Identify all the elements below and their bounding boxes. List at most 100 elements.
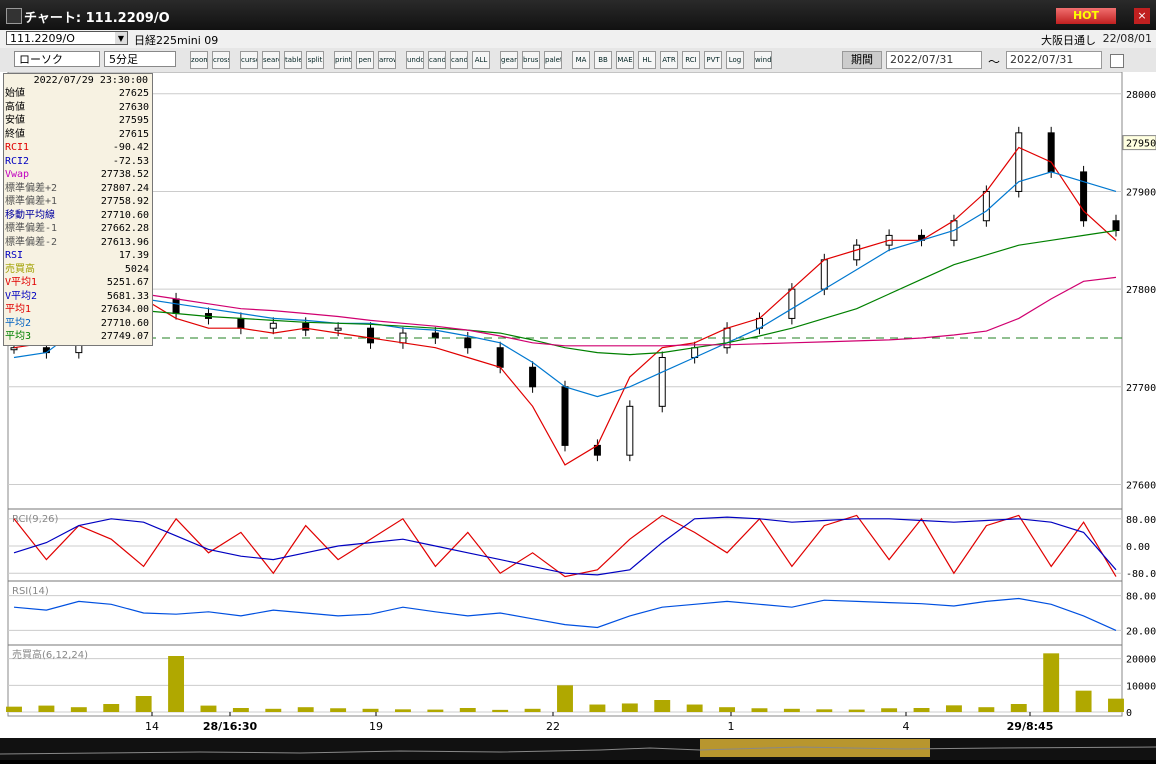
candle-body [626,405,634,456]
volume-bar [557,685,573,712]
info-label: 平均2 [5,317,32,329]
volume-bar [621,703,638,712]
chart-type-select[interactable]: ローソク [14,51,100,67]
info-row: RCI1 -90.42 [4,141,152,155]
candle-body [820,259,828,290]
toolbar-split-button[interactable]: split [306,51,324,69]
info-row: 平均3 27749.07 [4,330,152,344]
volume-bar [686,704,703,712]
candle-body [10,347,18,351]
navigator-line [0,746,1156,755]
toolbar-bb-button[interactable]: BB [594,51,612,69]
period-checkbox[interactable] [1110,54,1124,68]
volume-bar [427,709,444,712]
candle-body [853,244,861,261]
toolbar-pen-button[interactable]: pen [356,51,374,69]
info-label: V平均1 [5,277,38,288]
window-titlebar: チャート: 111.2209/O HOT × [0,0,1156,30]
toolbar-gear-button[interactable]: gear [500,51,518,69]
toolbar-rci-button[interactable]: RCI [682,51,700,69]
candle-body [529,366,537,388]
toolbar-zoom-button[interactable]: zoom [190,51,208,69]
toolbar-arrow-button[interactable]: arrow [378,51,396,69]
volume-bar [492,709,509,712]
chart-app-icon [6,8,22,24]
volume-bar [297,707,314,712]
close-button[interactable]: × [1134,8,1150,24]
info-label: 売買高 [5,263,35,275]
x-tick-label: 14 [145,720,159,733]
info-row: V平均1 5251.67 [4,276,152,290]
interval-select[interactable]: 5分足 [104,51,176,67]
volume-bar [848,709,865,712]
price-chart-svg[interactable]: 28000 27900 27800 27700 27600 27950 80.00 0.00 -… [0,72,1156,738]
info-label: Vwap [5,169,30,180]
toolbar-ma-button[interactable]: MA [572,51,590,69]
info-label: 高値 [5,101,25,113]
volume-bar [881,708,898,712]
x-tick-label: 29/8:45 [1007,720,1054,733]
info-row: RSI 17.39 [4,249,152,263]
toolbar-pvt-button[interactable]: PVT [704,51,722,69]
info-label: RCI1 [5,142,30,153]
info-value: 27615 [118,128,149,140]
y-tick-label: 27700 [1126,383,1156,394]
hot-button[interactable]: HOT [1056,8,1116,24]
toolbar-table-button[interactable]: table [284,51,302,69]
date-from-field[interactable]: 2022/07/31 [886,51,982,69]
info-label: 移動平均線 [5,209,55,221]
info-row: 売買高 5024 [4,263,152,277]
toolbar-print-button[interactable]: print [334,51,352,69]
date-range-separator: 〜 [988,55,1001,69]
info-value: 27634.00 [100,304,149,315]
volume-bar [783,708,800,712]
y-tick-label: 10000 [1126,681,1156,692]
navigator-thumb[interactable] [700,739,930,757]
toolbar-cursor-button[interactable]: cursor [240,51,258,69]
y-tick-label: 27900 [1126,187,1156,198]
candle-body [982,190,990,222]
x-tick-label: 1 [728,720,735,733]
info-label: 標準偏差+1 [5,196,58,207]
info-row: 安値 27595 [4,114,152,128]
chevron-down-icon[interactable]: ▼ [115,32,127,44]
navigator-svg[interactable] [0,738,1156,760]
scroll-navigator[interactable] [0,738,1156,760]
toolbar-search-button[interactable]: search [262,51,280,69]
symbol-bar: 111.2209/O ▼ 日経225mini 09 大阪日通し 22/08/01 [0,30,1156,49]
y-tick-label: 80.00 [1126,592,1156,603]
toolbar-crosshair-button[interactable]: crosshair [212,51,230,69]
toolbar-undo-button[interactable]: undo [406,51,424,69]
toolbar-brush-button[interactable]: brush [522,51,540,69]
volume-bar [1075,690,1092,712]
symbol-code-input[interactable]: 111.2209/O ▼ [6,31,128,45]
candle-body [658,356,666,407]
volume-bar [1108,698,1124,712]
toolbar-window-button[interactable]: window [754,51,772,69]
toolbar-mae-button[interactable]: MAE [616,51,634,69]
info-label: 標準偏差-2 [5,236,58,248]
toolbar-log-button[interactable]: Log [726,51,744,69]
info-value: 27595 [118,115,149,126]
info-row: 始値 27625 [4,87,152,101]
toolbar-hl-button[interactable]: HL [638,51,656,69]
volume-bar [524,708,541,712]
info-value: 27749.07 [100,331,149,342]
toolbar-candle2-button[interactable]: candle2 [450,51,468,69]
period-button[interactable]: 期間 [842,51,882,69]
info-panel: 2022/07/29 23:30:00 始値 27625 高値 27630 安値 2759… [3,73,153,346]
toolbar-all-button[interactable]: ALL [472,51,490,69]
toolbar-atr-button[interactable]: ATR [660,51,678,69]
toolbar-candle1-button[interactable]: candle1 [428,51,446,69]
y-tick-label: 80.00 [1126,515,1156,526]
info-value: 5251.67 [106,277,149,288]
session-label: 大阪日通し [1041,34,1096,47]
info-row: 標準偏差+1 27758.92 [4,195,152,209]
info-value: 17.39 [118,250,149,261]
volume-bar [38,705,55,712]
candle-body [367,327,375,344]
toolbar-palette-button[interactable]: palette [544,51,562,69]
chart-area[interactable]: 28000 27900 27800 27700 27600 27950 80.00 0.00 -… [0,72,1156,760]
date-to-field[interactable]: 2022/07/31 [1006,51,1102,69]
volume-bar [913,708,930,712]
